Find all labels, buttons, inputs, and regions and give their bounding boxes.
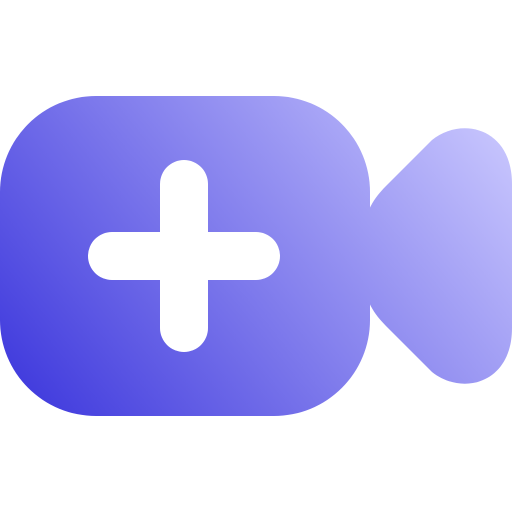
add-video-call-icon — [0, 96, 512, 416]
add-video-icon-container — [0, 0, 512, 512]
camera-lens-shape — [368, 128, 512, 384]
